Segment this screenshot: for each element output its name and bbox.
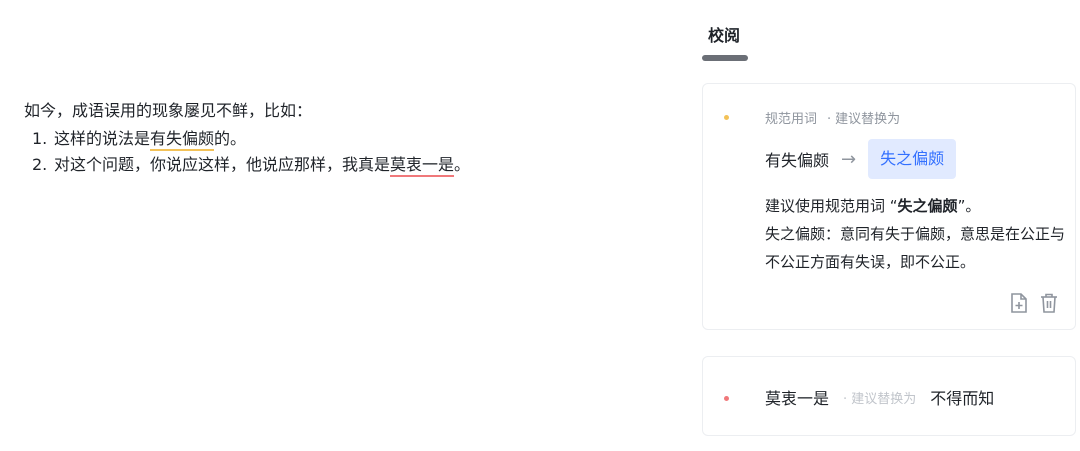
list-item: 2. 对这个问题，你说应这样，他说应那样，我真是莫衷一是。	[32, 152, 664, 178]
card-actions	[1009, 292, 1059, 314]
suggestion-card-collapsed[interactable]: 莫衷一是 · 建议替换为 不得而知	[702, 356, 1076, 436]
separator-dot: ·	[827, 112, 832, 127]
suggest-label: · 建议替换为	[843, 391, 917, 407]
term-explanation: 失之偏颇：意同有失于偏颇，意思是在公正与不公正方面有失误，即不公正。	[765, 225, 1066, 271]
add-document-icon[interactable]	[1009, 292, 1029, 314]
text-segment: 这样的说法是	[54, 129, 151, 148]
desc-suffix: ”。	[957, 197, 981, 215]
original-term: 莫衷一是	[765, 389, 830, 408]
trash-icon[interactable]	[1039, 292, 1059, 314]
suggested-term[interactable]: 不得而知	[930, 385, 994, 409]
doc-list: 1. 这样的说法是有失偏颇的。 2. 对这个问题，你说应这样，他说应那样，我真是莫衷…	[24, 126, 664, 178]
desc-line: 建议使用规范用词 “失之偏颇”。	[765, 192, 1065, 220]
suggest-label-text: 建议替换为	[851, 391, 917, 407]
text-segment: 的。	[214, 129, 247, 148]
panel-title[interactable]: 校阅	[708, 22, 740, 46]
list-number: 1.	[32, 129, 48, 148]
error-dot-icon	[724, 396, 729, 401]
suggestion-chip[interactable]: 失之偏颇	[868, 139, 957, 179]
list-item: 1. 这样的说法是有失偏颇的。	[32, 126, 664, 152]
document-body[interactable]: 如今，成语误用的现象屡见不鲜，比如： 1. 这样的说法是有失偏颇的。 2. 对这个问…	[24, 98, 664, 178]
desc-bold-term: 失之偏颇	[897, 197, 958, 215]
collapsed-row: 莫衷一是 · 建议替换为 不得而知	[765, 385, 994, 409]
text-segment: 。	[454, 155, 471, 174]
suggestion-card-expanded[interactable]: 规范用词 · 建议替换为 有失偏颇 → 失之偏颇 建议使用规范用词 “失之偏颇”。 …	[702, 83, 1076, 330]
desc-prefix: 建议使用规范用词 “	[765, 197, 898, 215]
flagged-term-warning[interactable]: 有失偏颇	[150, 129, 215, 151]
text-segment: 对这个问题，你说应这样，他说应那样，我真是	[54, 155, 391, 174]
tab-indicator	[702, 55, 748, 61]
doc-intro: 如今，成语误用的现象屡见不鲜，比如：	[24, 101, 313, 120]
suggestion-type: 规范用词 · 建议替换为	[765, 108, 900, 127]
warning-dot-icon	[724, 115, 729, 120]
flagged-term-error[interactable]: 莫衷一是	[390, 155, 455, 177]
list-number: 2.	[32, 155, 48, 174]
suggest-label: 建议替换为	[835, 112, 901, 127]
type-label: 规范用词	[765, 112, 818, 127]
replacement-row: 有失偏颇 → 失之偏颇	[765, 139, 957, 179]
original-term: 有失偏颇	[765, 151, 830, 170]
suggestion-description: 建议使用规范用词 “失之偏颇”。 失之偏颇：意同有失于偏颇，意思是在公正与不公正…	[765, 192, 1065, 276]
review-panel: 校阅 规范用词 · 建议替换为 有失偏颇 → 失之偏颇 建议使用规范用词 “失之偏颇…	[702, 0, 1076, 451]
arrow-right-icon: →	[841, 148, 857, 170]
